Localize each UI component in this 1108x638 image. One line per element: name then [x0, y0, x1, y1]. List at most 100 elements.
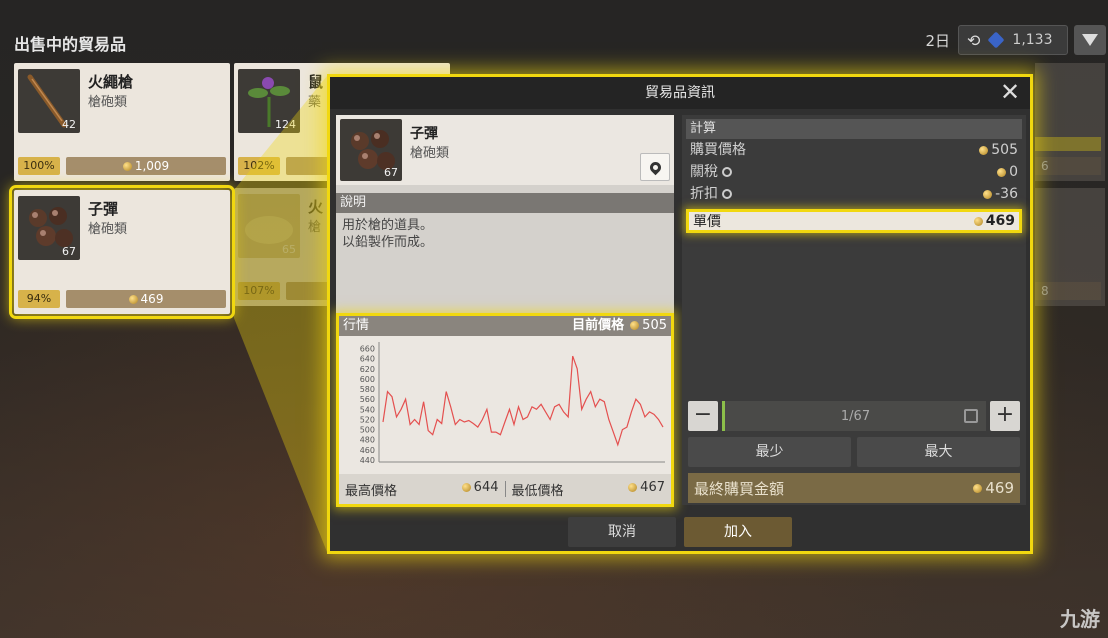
max-button[interactable]: 最大: [857, 437, 1020, 467]
price-percent: 107%: [238, 282, 280, 300]
y-tick-label: 660: [360, 345, 375, 354]
min-max-buttons: 最少 最大: [688, 437, 1020, 467]
item-name: 火: [308, 198, 324, 216]
increase-button[interactable]: +: [990, 401, 1020, 431]
partial-price: 8: [1035, 282, 1101, 300]
gem-count: 1,133: [1012, 32, 1053, 48]
item-price: 1,009: [66, 157, 226, 175]
location-pin-icon: [647, 159, 663, 175]
y-tick-label: 460: [360, 446, 375, 455]
y-tick-label: 520: [360, 415, 375, 424]
magnifier-icon[interactable]: [722, 167, 732, 177]
coin-icon: [979, 145, 989, 155]
watermark-logo: 九游: [1060, 607, 1100, 631]
item-name: 火繩槍: [88, 73, 134, 91]
price-percent: 94%: [18, 290, 60, 308]
item-thumbnail: 67: [340, 119, 402, 181]
y-tick-label: 620: [360, 365, 375, 374]
filter-button[interactable]: [1074, 25, 1106, 55]
purchase-price-row: 購買價格 505: [690, 142, 1018, 158]
y-tick-label: 500: [360, 426, 375, 435]
filter-icon: [1082, 34, 1098, 46]
partial-price: 6: [1035, 157, 1101, 175]
item-category: 藥: [308, 95, 322, 110]
item-header: 67 子彈 槍砲類: [336, 115, 674, 185]
item-name: 鼠: [308, 73, 324, 91]
coin-icon: [973, 216, 983, 226]
coin-icon: [997, 167, 1007, 177]
coin-icon: [630, 321, 640, 330]
top-bar: 2日 ⟲ 1,133: [925, 24, 1108, 56]
item-thumbnail: 67: [18, 196, 80, 260]
price-percent: 102%: [238, 157, 280, 175]
item-qty: 67: [62, 245, 76, 258]
dialog-title: 貿易品資訊: [645, 85, 715, 101]
item-category: 槍砲類: [410, 146, 450, 161]
gem-icon: [987, 31, 1005, 49]
trade-card-partial[interactable]: 6: [1035, 63, 1105, 181]
item-qty: 65: [282, 243, 296, 256]
y-tick-label: 440: [360, 456, 375, 465]
trade-card[interactable]: 42 火繩槍 槍砲類 100% 1,009: [14, 63, 230, 181]
final-amount-row: 最終購買金額 469: [688, 473, 1020, 503]
market-price-panel: 行情 目前價格 505 660 640 620 600 580 560 540 520 500 48…: [336, 313, 674, 507]
dialog-header: 貿易品資訊 ✕: [330, 77, 1030, 109]
price-history-chart: 660640620600580560540520 500480460440: [360, 342, 665, 465]
item-qty: 67: [384, 166, 398, 179]
item-thumbnail: 124: [238, 69, 300, 133]
calculator-icon[interactable]: [964, 409, 978, 423]
trade-card-selected[interactable]: 67 子彈 槍砲類 94% 469: [9, 185, 235, 319]
coin-icon: [973, 484, 983, 493]
coin-icon: [122, 162, 132, 171]
item-name: 子彈: [410, 126, 438, 142]
item-qty: 42: [62, 118, 76, 131]
description-text: 用於槍的道具。 以鉛製作而成。: [342, 218, 434, 250]
coin-icon: [461, 482, 471, 492]
item-category: 槍砲類: [88, 95, 128, 110]
tariff-row: 關稅 0: [690, 164, 1018, 180]
item-price: 469: [66, 290, 226, 308]
low-price: 最低價格 467: [511, 479, 666, 499]
high-price: 最高價格 644: [345, 479, 499, 499]
location-button[interactable]: [640, 153, 670, 181]
item-category: 槍砲類: [88, 222, 128, 237]
y-tick-label: 580: [360, 385, 375, 394]
description-label: 說明: [336, 193, 674, 213]
cancel-button[interactable]: 取消: [568, 517, 676, 547]
refresh-icon[interactable]: ⟲: [967, 31, 980, 50]
quantity-stepper: − 1/67 +: [688, 401, 1020, 431]
decrease-button[interactable]: −: [688, 401, 718, 431]
item-thumbnail: 42: [18, 69, 80, 133]
trade-info-dialog: 貿易品資訊 ✕ 67 子彈 槍砲類 說明 用於槍的道具。 以鉛製作而成。 行情 …: [327, 74, 1033, 554]
y-tick-label: 600: [360, 375, 375, 384]
y-tick-label: 560: [360, 395, 375, 404]
discount-row: 折扣 -36: [690, 186, 1018, 202]
price-line: [382, 355, 664, 447]
quantity-field[interactable]: 1/67: [722, 401, 986, 431]
current-price: 目前價格 505: [572, 318, 667, 333]
coin-icon: [628, 482, 638, 492]
market-header: 行情 目前價格 505: [339, 316, 671, 336]
item-name: 子彈: [88, 200, 119, 218]
market-label: 行情: [343, 318, 370, 333]
market-footer: 最高價格 644 最低價格 467: [339, 474, 671, 504]
add-button[interactable]: 加入: [684, 517, 792, 547]
trade-card-partial[interactable]: 8: [1035, 188, 1105, 306]
calculation-panel: 計算 購買價格 505 關稅 0 折扣 -36 單價 469 − 1/67 + …: [682, 115, 1026, 505]
y-tick-label: 640: [360, 355, 375, 364]
page-title: 出售中的貿易品: [14, 35, 127, 54]
item-category: 槍: [308, 220, 322, 235]
y-tick-label: 480: [360, 436, 375, 445]
calc-label: 計算: [686, 119, 1022, 139]
item-qty: 124: [275, 118, 296, 131]
item-thumbnail: 65: [238, 194, 300, 258]
unit-price-row: 單價 469: [686, 209, 1022, 233]
close-icon[interactable]: ✕: [998, 80, 1022, 105]
y-tick-label: 540: [360, 405, 375, 414]
price-percent: 100%: [18, 157, 60, 175]
min-button[interactable]: 最少: [688, 437, 851, 467]
currency-display[interactable]: ⟲ 1,133: [958, 25, 1068, 55]
magnifier-icon[interactable]: [722, 189, 732, 199]
dialog-actions: 取消 加入: [330, 517, 1030, 547]
coin-icon: [983, 189, 993, 199]
